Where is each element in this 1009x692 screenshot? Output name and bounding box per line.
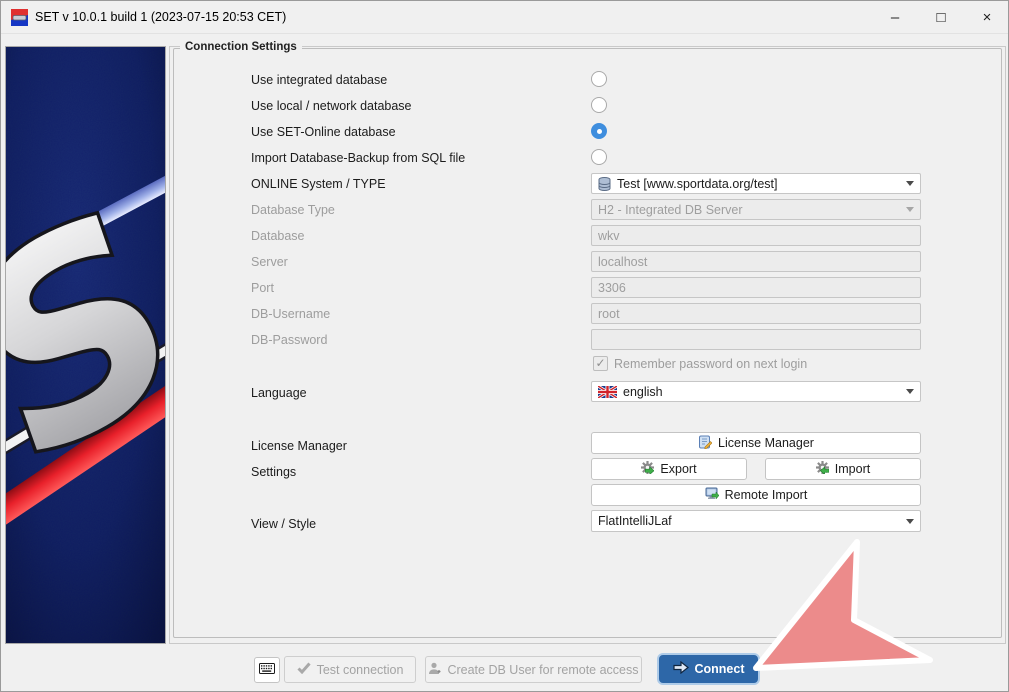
radio-label-import-backup: Import Database-Backup from SQL file xyxy=(251,150,465,166)
db-password-field xyxy=(591,329,921,350)
remote-import-button-label: Remote Import xyxy=(725,488,808,502)
test-connection-label: Test connection xyxy=(317,663,404,677)
gear-import-icon xyxy=(816,461,829,477)
create-db-user-button: Create DB User for remote access xyxy=(425,656,642,683)
title-bar: SET v 10.0.1 build 1 (2023-07-15 20:53 C… xyxy=(1,1,1009,34)
maximize-button[interactable]: □ xyxy=(918,1,964,34)
radio-use-local-network-database[interactable] xyxy=(591,97,607,113)
database-type-select: H2 - Integrated DB Server xyxy=(591,199,921,220)
language-label: Language xyxy=(251,385,307,401)
gear-export-icon xyxy=(641,461,654,477)
chevron-down-icon xyxy=(906,181,914,186)
sportdata-logo-art: S xyxy=(6,47,165,643)
connect-button-label: Connect xyxy=(695,662,745,676)
connect-button[interactable]: Connect xyxy=(659,655,758,683)
database-type-value: H2 - Integrated DB Server xyxy=(598,203,743,217)
test-connection-button: Test connection xyxy=(284,656,416,683)
database-field: wkv xyxy=(591,225,921,246)
language-value: english xyxy=(623,385,663,399)
app-window: SET v 10.0.1 build 1 (2023-07-15 20:53 C… xyxy=(0,0,1009,692)
port-field: 3306 xyxy=(591,277,921,298)
close-button[interactable]: × xyxy=(964,1,1009,34)
online-system-select[interactable]: Test [www.sportdata.org/test] xyxy=(591,173,921,194)
create-db-user-label: Create DB User for remote access xyxy=(447,663,638,677)
keyboard-icon xyxy=(259,663,275,677)
settings-label: Settings xyxy=(251,464,296,480)
database-icon xyxy=(598,177,611,191)
port-label: Port xyxy=(251,280,274,296)
license-manager-button-label: License Manager xyxy=(718,436,814,450)
db-username-field: root xyxy=(591,303,921,324)
radio-label-integrated: Use integrated database xyxy=(251,72,387,88)
arrow-right-icon xyxy=(673,661,689,677)
radio-label-set-online: Use SET-Online database xyxy=(251,124,396,140)
database-type-label: Database Type xyxy=(251,202,335,218)
view-style-label: View / Style xyxy=(251,516,316,532)
export-settings-button[interactable]: Export xyxy=(591,458,747,480)
online-system-label: ONLINE System / TYPE xyxy=(251,176,386,192)
radio-label-local-network: Use local / network database xyxy=(251,98,412,114)
window-title: SET v 10.0.1 build 1 (2023-07-15 20:53 C… xyxy=(35,1,286,34)
license-document-icon xyxy=(698,435,712,452)
chevron-down-icon xyxy=(906,207,914,212)
chevron-down-icon xyxy=(906,389,914,394)
group-title: Connection Settings xyxy=(180,41,302,53)
radio-use-set-online-database[interactable] xyxy=(591,123,607,139)
checkmark-icon xyxy=(297,662,311,677)
view-style-value: FlatIntelliJLaf xyxy=(598,514,672,528)
minimize-button[interactable]: – xyxy=(872,1,918,34)
radio-import-database-backup[interactable] xyxy=(591,149,607,165)
user-plus-icon xyxy=(428,662,441,678)
language-select[interactable]: english xyxy=(591,381,921,402)
chevron-down-icon xyxy=(906,519,914,524)
import-button-label: Import xyxy=(835,462,870,476)
license-manager-label: License Manager xyxy=(251,438,347,454)
remember-password-label: Remember password on next login xyxy=(614,356,807,372)
view-style-select[interactable]: FlatIntelliJLaf xyxy=(591,510,921,532)
export-button-label: Export xyxy=(660,462,696,476)
remote-computer-icon xyxy=(705,487,719,503)
brand-banner: S xyxy=(5,46,166,644)
database-label: Database xyxy=(251,228,305,244)
import-settings-button[interactable]: Import xyxy=(765,458,921,480)
server-label: Server xyxy=(251,254,288,270)
db-username-label: DB-Username xyxy=(251,306,330,322)
uk-flag-icon xyxy=(598,386,617,398)
server-field: localhost xyxy=(591,251,921,272)
db-password-label: DB-Password xyxy=(251,332,327,348)
license-manager-button[interactable]: License Manager xyxy=(591,432,921,454)
online-system-value: Test [www.sportdata.org/test] xyxy=(617,177,778,191)
remote-import-button[interactable]: Remote Import xyxy=(591,484,921,506)
remember-password-checkbox: ✓ xyxy=(593,356,608,371)
virtual-keyboard-button[interactable] xyxy=(254,657,280,683)
app-logo-icon xyxy=(11,9,28,26)
radio-use-integrated-database[interactable] xyxy=(591,71,607,87)
